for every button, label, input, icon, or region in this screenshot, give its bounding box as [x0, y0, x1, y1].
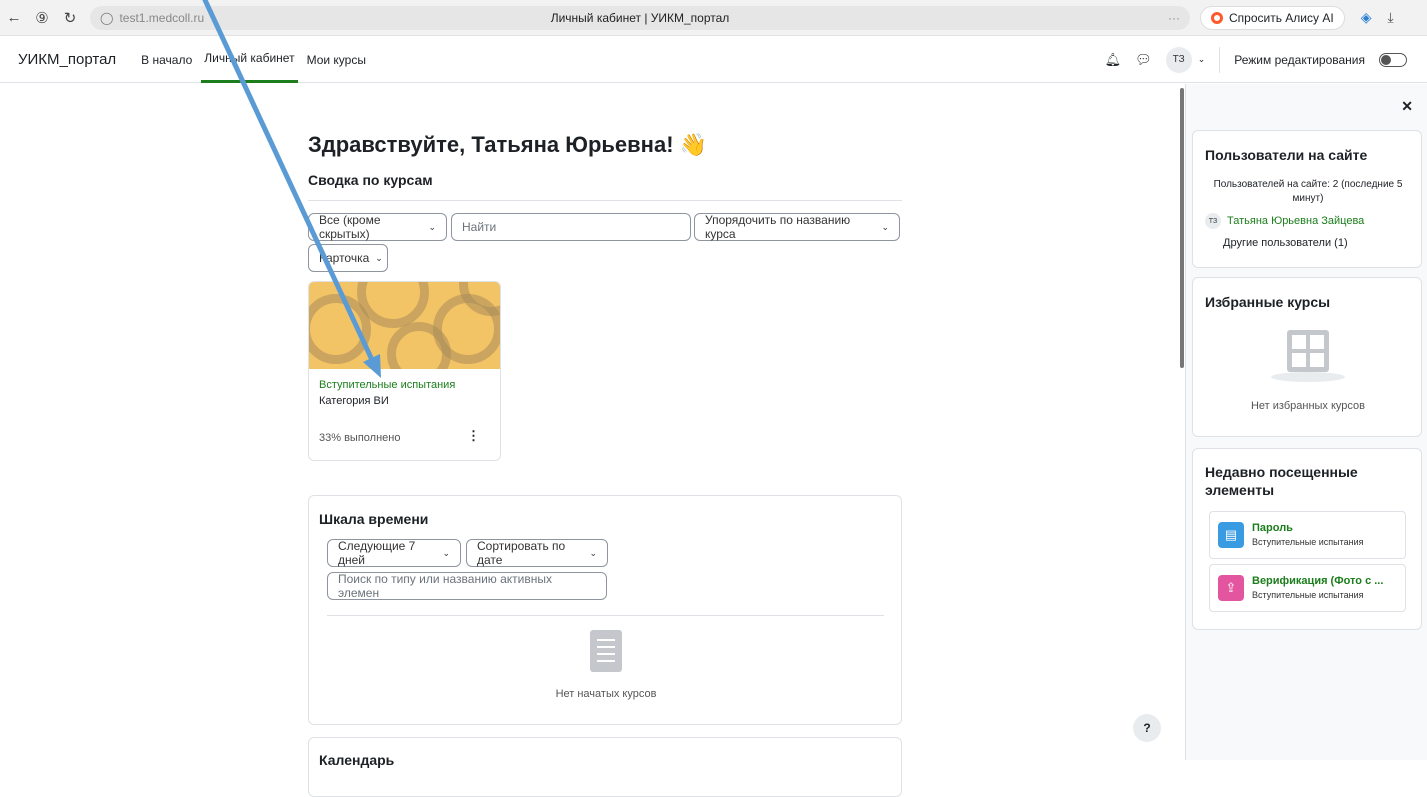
- timeline-empty-text: Нет начатых курсов: [555, 688, 657, 700]
- online-user-name[interactable]: Татьяна Юрьевна Зайцева: [1227, 215, 1364, 227]
- edit-mode-toggle[interactable]: [1379, 52, 1407, 67]
- online-users-block: Пользователи на сайте Пользователей на с…: [1192, 130, 1422, 268]
- online-users-title: Пользователи на сайте: [1205, 147, 1368, 163]
- timeline-search-input[interactable]: Поиск по типу или названию активных элем…: [327, 572, 607, 600]
- course-image[interactable]: [309, 282, 500, 369]
- recent-items-title: Недавно посещенные элементы: [1205, 464, 1358, 498]
- avatar: ТЗ: [1205, 213, 1221, 229]
- extension-icon[interactable]: ◈: [1361, 9, 1372, 26]
- scrollbar[interactable]: [1180, 88, 1184, 368]
- divider: [327, 615, 884, 616]
- course-sort-select[interactable]: Упорядочить по названию курса ⌄: [694, 213, 900, 241]
- course-progress: 33% выполнено: [319, 432, 401, 444]
- course-actions-icon[interactable]: ⋮: [467, 428, 480, 444]
- recent-item-title[interactable]: Верификация (Фото с ...: [1252, 575, 1383, 587]
- assignment-icon: ⇪: [1218, 575, 1244, 601]
- bell-icon[interactable]: 🔔︎: [1105, 52, 1122, 68]
- online-user[interactable]: ТЗ Татьяна Юрьевна Зайцева: [1205, 213, 1364, 229]
- recent-item[interactable]: ▤ Пароль Вступительные испытания: [1209, 511, 1406, 559]
- divider: [308, 200, 902, 201]
- yandex-icon[interactable]: ⑨: [28, 9, 56, 27]
- chevron-down-icon: ⌄: [1197, 54, 1206, 64]
- browser-toolbar: ← ⑨ ↻ ◯ test1.medcoll.ru Личный кабинет …: [0, 0, 1427, 36]
- tab-title: Личный кабинет | УИКМ_портал: [550, 10, 730, 25]
- shadow-shape: [1271, 372, 1345, 382]
- calendar-block: Календарь: [308, 737, 902, 797]
- nav-my-courses[interactable]: Мои курсы: [304, 37, 369, 83]
- chevron-down-icon: ⌄: [881, 221, 889, 232]
- site-brand[interactable]: УИКМ_портал: [18, 51, 116, 68]
- course-search-placeholder: Найти: [462, 220, 497, 234]
- course-category: Категория ВИ: [319, 395, 389, 407]
- timeline-sort-select[interactable]: Сортировать по дате ⌄: [466, 539, 608, 567]
- edit-mode-label: Режим редактирования: [1234, 52, 1365, 67]
- timeline-title: Шкала времени: [319, 511, 429, 527]
- divider: [1219, 46, 1221, 73]
- nav-dashboard[interactable]: Личный кабинет: [201, 37, 298, 83]
- recent-item[interactable]: ⇪ Верификация (Фото с ... Вступительные …: [1209, 564, 1406, 612]
- chevron-down-icon: ⌄: [375, 252, 383, 263]
- shield-icon: ◯: [100, 10, 114, 25]
- chevron-down-icon: ⌄: [589, 547, 597, 558]
- calendar-title: Календарь: [319, 752, 395, 768]
- course-overview-title: Сводка по курсам: [308, 172, 433, 188]
- chevron-down-icon: ⌄: [442, 547, 450, 558]
- page-title: Здравствуйте, Татьяна Юрьевна! 👋: [308, 132, 708, 157]
- course-sort-label: Упорядочить по названию курса: [705, 213, 851, 241]
- alice-icon: [1211, 11, 1223, 24]
- course-title-link[interactable]: Вступительные испытания: [319, 379, 455, 391]
- nav-home[interactable]: В начало: [138, 37, 195, 83]
- url-text: test1.medcoll.ru: [119, 10, 205, 25]
- course-filter-label: Все (кроме скрытых): [319, 213, 381, 241]
- recent-item-subtitle: Вступительные испытания: [1252, 537, 1364, 547]
- timeline-block: Шкала времени Следующие 7 дней ⌄ Сортиров…: [308, 495, 902, 725]
- timeline-range-label: Следующие 7 дней: [338, 539, 416, 567]
- ask-alice-label: Спросить Алису AI: [1229, 10, 1334, 25]
- block-drawer: ✕ Пользователи на сайте Пользователей на…: [1185, 84, 1427, 760]
- message-icon[interactable]: 💬︎: [1135, 52, 1152, 68]
- timeline-search-placeholder: Поиск по типу или названию активных элем…: [338, 572, 552, 600]
- recent-item-title[interactable]: Пароль: [1252, 522, 1293, 534]
- course-view-label: Карточка: [319, 251, 370, 265]
- site-navbar: УИКМ_портал В начало Личный кабинет Мои …: [0, 37, 1427, 83]
- close-icon[interactable]: ✕: [1401, 98, 1413, 115]
- online-users-summary: Пользователей на сайте: 2 (последние 5 м…: [1213, 179, 1403, 204]
- back-arrow-icon[interactable]: ←: [0, 9, 28, 26]
- starred-courses-title: Избранные курсы: [1205, 294, 1331, 310]
- course-search-input[interactable]: Найти: [451, 213, 691, 241]
- more-icon[interactable]: ···: [1168, 11, 1180, 25]
- course-filter-select[interactable]: Все (кроме скрытых) ⌄: [308, 213, 447, 241]
- course-card[interactable]: Вступительные испытания Категория ВИ 33%…: [308, 281, 501, 461]
- chevron-down-icon: ⌄: [428, 221, 436, 232]
- help-button[interactable]: ?: [1133, 714, 1161, 742]
- timeline-sort-label: Сортировать по дате: [477, 539, 566, 567]
- other-users: Другие пользователи (1): [1223, 237, 1348, 249]
- empty-courses-icon: [1287, 330, 1329, 372]
- recent-item-subtitle: Вступительные испытания: [1252, 590, 1364, 600]
- ask-alice-button[interactable]: Спросить Алису AI: [1200, 5, 1345, 30]
- page-icon: ▤: [1218, 522, 1244, 548]
- course-view-select[interactable]: Карточка ⌄: [308, 244, 388, 272]
- reload-icon[interactable]: ↻: [56, 9, 84, 27]
- timeline-range-select[interactable]: Следующие 7 дней ⌄: [327, 539, 461, 567]
- avatar: ТЗ: [1165, 46, 1192, 73]
- download-icon[interactable]: ⤓: [1387, 9, 1393, 26]
- starred-courses-block: Избранные курсы Нет избранных курсов: [1192, 277, 1422, 437]
- address-bar[interactable]: ◯ test1.medcoll.ru Личный кабинет | УИКМ…: [90, 5, 1190, 30]
- empty-list-icon: [590, 630, 622, 672]
- recent-items-block: Недавно посещенные элементы ▤ Пароль Вст…: [1192, 448, 1422, 630]
- starred-empty-text: Нет избранных курсов: [1250, 400, 1366, 412]
- user-menu[interactable]: ТЗ ⌄: [1165, 46, 1206, 73]
